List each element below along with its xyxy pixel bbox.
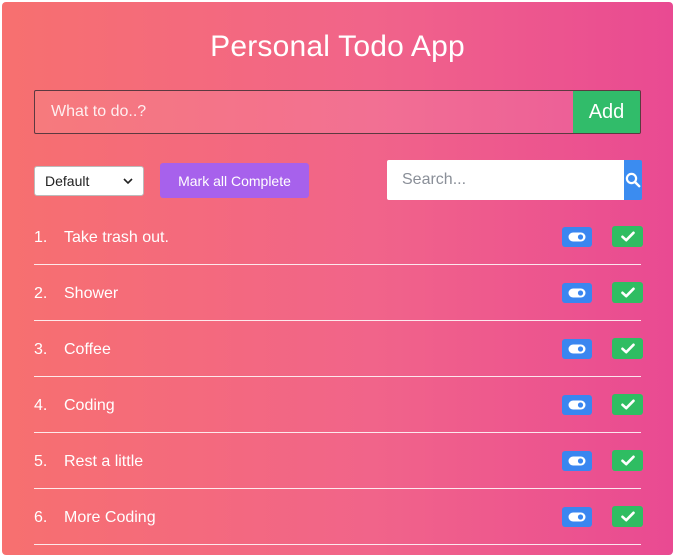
- todo-input[interactable]: [35, 91, 573, 133]
- todo-number: 5.: [34, 453, 48, 470]
- toggle-button[interactable]: [562, 339, 592, 359]
- toggle-icon: [568, 400, 586, 410]
- search-button[interactable]: [624, 160, 642, 200]
- check-icon: [620, 343, 635, 354]
- toggle-icon: [568, 512, 586, 522]
- check-icon: [620, 231, 635, 242]
- toggle-icon: [568, 456, 586, 466]
- todo-label: More Coding: [64, 509, 156, 526]
- toggle-icon: [568, 288, 586, 298]
- todo-label: Rest a little: [64, 453, 144, 470]
- todo-item: 4. Coding: [34, 377, 643, 433]
- complete-button[interactable]: [612, 506, 643, 527]
- mark-all-complete-button[interactable]: Mark all Complete: [160, 163, 309, 198]
- add-todo-form: Add: [34, 90, 641, 134]
- todo-label: Shower: [64, 285, 119, 302]
- todo-number: 1.: [34, 229, 48, 246]
- todo-item: 1. Take trash out.: [34, 209, 643, 265]
- check-icon: [620, 287, 635, 298]
- check-icon: [620, 399, 635, 410]
- page-title: Personal Todo App: [210, 30, 465, 63]
- search-input[interactable]: [387, 160, 624, 200]
- todo-item: 2. Shower: [34, 265, 643, 321]
- toggle-button[interactable]: [562, 395, 592, 415]
- add-button[interactable]: Add: [573, 91, 640, 133]
- search-icon: [625, 172, 641, 188]
- chevron-down-icon: [123, 178, 133, 185]
- filter-selected-value: Default: [45, 173, 90, 189]
- toggle-icon: [568, 232, 586, 242]
- todo-item: 6. More Coding: [34, 489, 643, 545]
- search-box: [387, 160, 642, 200]
- toggle-button[interactable]: [562, 283, 592, 303]
- todo-item: 3. Coffee: [34, 321, 643, 377]
- todo-label: Coding: [64, 397, 115, 414]
- todo-number: 4.: [34, 397, 48, 414]
- toggle-icon: [568, 344, 586, 354]
- toggle-button[interactable]: [562, 507, 592, 527]
- check-icon: [620, 511, 635, 522]
- toggle-button[interactable]: [562, 451, 592, 471]
- todo-number: 2.: [34, 285, 48, 302]
- todo-item: 5. Rest a little: [34, 433, 643, 489]
- complete-button[interactable]: [612, 394, 643, 415]
- complete-button[interactable]: [612, 226, 643, 247]
- filter-select[interactable]: Default: [34, 166, 144, 196]
- todo-list: 1. Take trash out. 2. Shower 3. Coffee 4…: [34, 209, 643, 545]
- todo-label: Coffee: [64, 341, 111, 358]
- todo-number: 6.: [34, 509, 48, 526]
- toggle-button[interactable]: [562, 227, 592, 247]
- todo-number: 3.: [34, 341, 48, 358]
- complete-button[interactable]: [612, 282, 643, 303]
- complete-button[interactable]: [612, 450, 643, 471]
- complete-button[interactable]: [612, 338, 643, 359]
- todo-label: Take trash out.: [64, 229, 169, 246]
- check-icon: [620, 455, 635, 466]
- todo-card: Personal Todo App Add Default Mark all C…: [2, 2, 673, 555]
